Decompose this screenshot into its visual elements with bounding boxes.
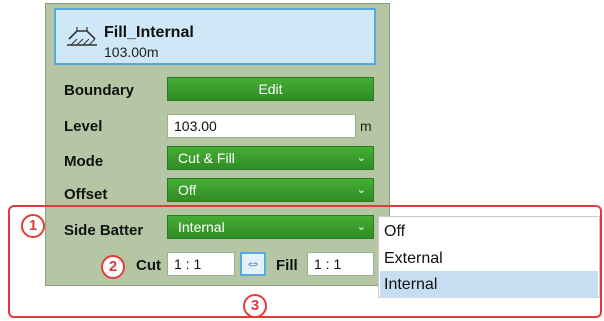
annotation-frame [8,205,602,318]
offset-value: Off [178,182,197,198]
boundary-edit-button[interactable]: Edit [167,77,374,101]
annotation-badge-3: 3 [243,294,267,318]
mode-value: Cut & Fill [178,150,235,166]
annotation-badge-1: 1 [21,214,45,238]
chevron-down-icon: ⌄ [356,184,366,196]
mode-label: Mode [64,153,104,170]
level-input[interactable]: 103.00 [167,114,356,138]
annotation-badge-2: 2 [101,255,125,279]
object-header: Fill_Internal 103.00m [54,8,376,65]
object-subtitle: 103.00m [104,44,159,60]
boundary-label: Boundary [64,82,135,99]
offset-select[interactable]: Off ⌄ [167,178,374,202]
level-unit: m [360,118,372,134]
offset-label: Offset [64,186,108,203]
chevron-down-icon: ⌄ [356,152,366,164]
object-title: Fill_Internal [104,24,194,41]
level-label: Level [64,118,103,135]
mode-select[interactable]: Cut & Fill ⌄ [167,146,374,170]
fill-terrain-icon [67,27,97,46]
